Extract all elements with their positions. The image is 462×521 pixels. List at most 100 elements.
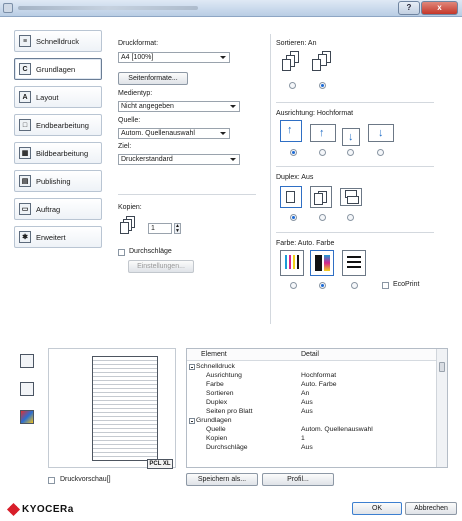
printer-icon[interactable]: [20, 354, 34, 368]
farbe-radio-1[interactable]: [290, 282, 297, 289]
duplex-aus-option[interactable]: [280, 186, 302, 208]
sidebar-item-layout[interactable]: A Layout: [14, 86, 102, 108]
quelle-label: Quelle:: [118, 117, 141, 124]
table-row[interactable]: Seiten pro Blatt Aus: [187, 408, 437, 417]
ziel-select[interactable]: Druckerstandard: [118, 154, 240, 165]
sortieren-off-radio[interactable]: [289, 82, 296, 89]
duplex-radio-1[interactable]: [290, 214, 297, 221]
sortieren-label: Sortieren: An: [276, 40, 317, 47]
color-icon[interactable]: [20, 410, 34, 424]
collapse-icon[interactable]: [189, 418, 195, 424]
hochformat-gedreht-option[interactable]: ↓: [342, 128, 360, 146]
publishing-icon: ▤: [19, 175, 31, 187]
chevron-down-icon: [230, 158, 236, 161]
medientyp-select[interactable]: Nicht angegeben: [118, 101, 240, 112]
row-detail: An: [301, 390, 310, 397]
farbe-radio-2[interactable]: [319, 282, 326, 289]
finishing-icon: □: [19, 119, 31, 131]
preview-area: PCL XL Element Detail Schnelldruck Ausri…: [14, 342, 452, 494]
table-row[interactable]: Farbe Auto. Farbe: [187, 381, 437, 390]
hochformat-option[interactable]: ↑: [280, 120, 302, 142]
sortieren-on-icon[interactable]: [310, 51, 336, 77]
job-icon: ▭: [19, 203, 31, 215]
sidebar-item-auftrag[interactable]: ▭ Auftrag: [14, 198, 102, 220]
collapse-icon[interactable]: [189, 364, 195, 370]
scrollbar-thumb[interactable]: [439, 362, 445, 372]
ok-button[interactable]: OK: [352, 502, 402, 515]
ausrichtung-radio-4[interactable]: [377, 149, 384, 156]
ausrichtung-label: Ausrichtung: Hochformat: [276, 110, 354, 117]
table-header: Element Detail: [187, 349, 437, 361]
sidebar: ≡ Schnelldruck C Grundlagen A Layout □ E…: [14, 30, 102, 254]
copies-icon: [118, 216, 140, 238]
seitenformate-button[interactable]: Seitenformate...: [118, 72, 188, 85]
ausrichtung-radio-1[interactable]: [290, 149, 297, 156]
sidebar-item-bildbearbeitung[interactable]: ▦ Bildbearbeitung: [14, 142, 102, 164]
profil-button[interactable]: Profil...: [262, 473, 334, 486]
kopien-input[interactable]: 1: [148, 223, 172, 234]
duplex-radio-2[interactable]: [319, 214, 326, 221]
row-detail: Auto. Farbe: [301, 381, 337, 388]
medientyp-label: Medientyp:: [118, 90, 153, 97]
sortieren-off-icon[interactable]: [280, 51, 306, 77]
ausrichtung-radio-2[interactable]: [319, 149, 326, 156]
einstellungen-button[interactable]: Einstellungen...: [128, 260, 194, 273]
sidebar-item-endbearbeitung[interactable]: □ Endbearbeitung: [14, 114, 102, 136]
farbe-auto-option[interactable]: [310, 250, 334, 276]
table-row[interactable]: Duplex Aus: [187, 399, 437, 408]
table-row[interactable]: Schnelldruck: [187, 363, 437, 372]
farbe-sw-option[interactable]: [342, 250, 366, 276]
brand-name: KYOCERa: [22, 504, 74, 515]
abbrechen-button[interactable]: Abbrechen: [405, 502, 457, 515]
app-icon: [3, 3, 13, 13]
table-row[interactable]: Grundlagen: [187, 417, 437, 426]
duplex-kurze-kante-option[interactable]: [340, 188, 362, 206]
table-row[interactable]: Quelle Autom. Quellenauswahl: [187, 426, 437, 435]
row-element: Schnelldruck: [196, 363, 235, 370]
close-button[interactable]: x: [421, 1, 458, 15]
table-row[interactable]: Ausrichtung Hochformat: [187, 372, 437, 381]
table-row[interactable]: Durchschläge Aus: [187, 444, 437, 453]
duplex-radio-3[interactable]: [347, 214, 354, 221]
ecoprint-checkbox[interactable]: [382, 282, 389, 289]
separator: [118, 194, 256, 195]
sortieren-on-radio[interactable]: [319, 82, 326, 89]
table-row[interactable]: Sortieren An: [187, 390, 437, 399]
col-element-header[interactable]: Element: [201, 351, 227, 358]
quelle-select[interactable]: Autom. Quellenauswahl: [118, 128, 230, 139]
querformat-option[interactable]: ↑: [310, 124, 336, 142]
preview-strip: [14, 342, 42, 482]
table-scrollbar[interactable]: [436, 349, 447, 467]
sidebar-item-publishing[interactable]: ▤ Publishing: [14, 170, 102, 192]
page-icon[interactable]: [20, 382, 34, 396]
druckvorschau-checkbox[interactable]: [48, 477, 55, 484]
kopien-spinner[interactable]: ▲ ▼: [174, 223, 181, 234]
row-detail: Aus: [301, 399, 313, 406]
duplex-lange-kante-option[interactable]: [310, 186, 332, 208]
querformat-gedreht-option[interactable]: ↓: [368, 124, 394, 142]
arrow-down-icon: ↓: [348, 131, 354, 143]
col-detail-header[interactable]: Detail: [301, 351, 319, 358]
title-bar: ? x: [0, 0, 462, 17]
druckformat-select[interactable]: A4 [100%]: [118, 52, 230, 63]
speichern-als-button[interactable]: Speichern als...: [186, 473, 258, 486]
separator: [276, 232, 434, 233]
sidebar-item-schnelldruck[interactable]: ≡ Schnelldruck: [14, 30, 102, 52]
settings-panel: Druckformat: A4 [100%] Seitenformate... …: [108, 28, 438, 348]
durchschlaege-checkbox[interactable]: [118, 249, 125, 256]
table-row[interactable]: Kopien 1: [187, 435, 437, 444]
row-element: Ausrichtung: [206, 372, 242, 379]
kopien-label: Kopien:: [118, 204, 142, 211]
help-button[interactable]: ?: [398, 1, 420, 15]
ausrichtung-radio-3[interactable]: [347, 149, 354, 156]
farbe-cmyk-option[interactable]: [280, 250, 304, 276]
duplex-label: Duplex: Aus: [276, 174, 314, 181]
chevron-down-icon: [220, 132, 226, 135]
settings-summary-table[interactable]: Element Detail Schnelldruck Ausrichtung H…: [186, 348, 448, 468]
farbe-radio-3[interactable]: [351, 282, 358, 289]
pcl-xl-badge: PCL XL: [147, 459, 173, 469]
sidebar-item-erweitert[interactable]: ✱ Erweitert: [14, 226, 102, 248]
imaging-icon: ▦: [19, 147, 31, 159]
kyocera-logo: KYOCERa: [6, 502, 74, 517]
sidebar-item-grundlagen[interactable]: C Grundlagen: [14, 58, 102, 80]
